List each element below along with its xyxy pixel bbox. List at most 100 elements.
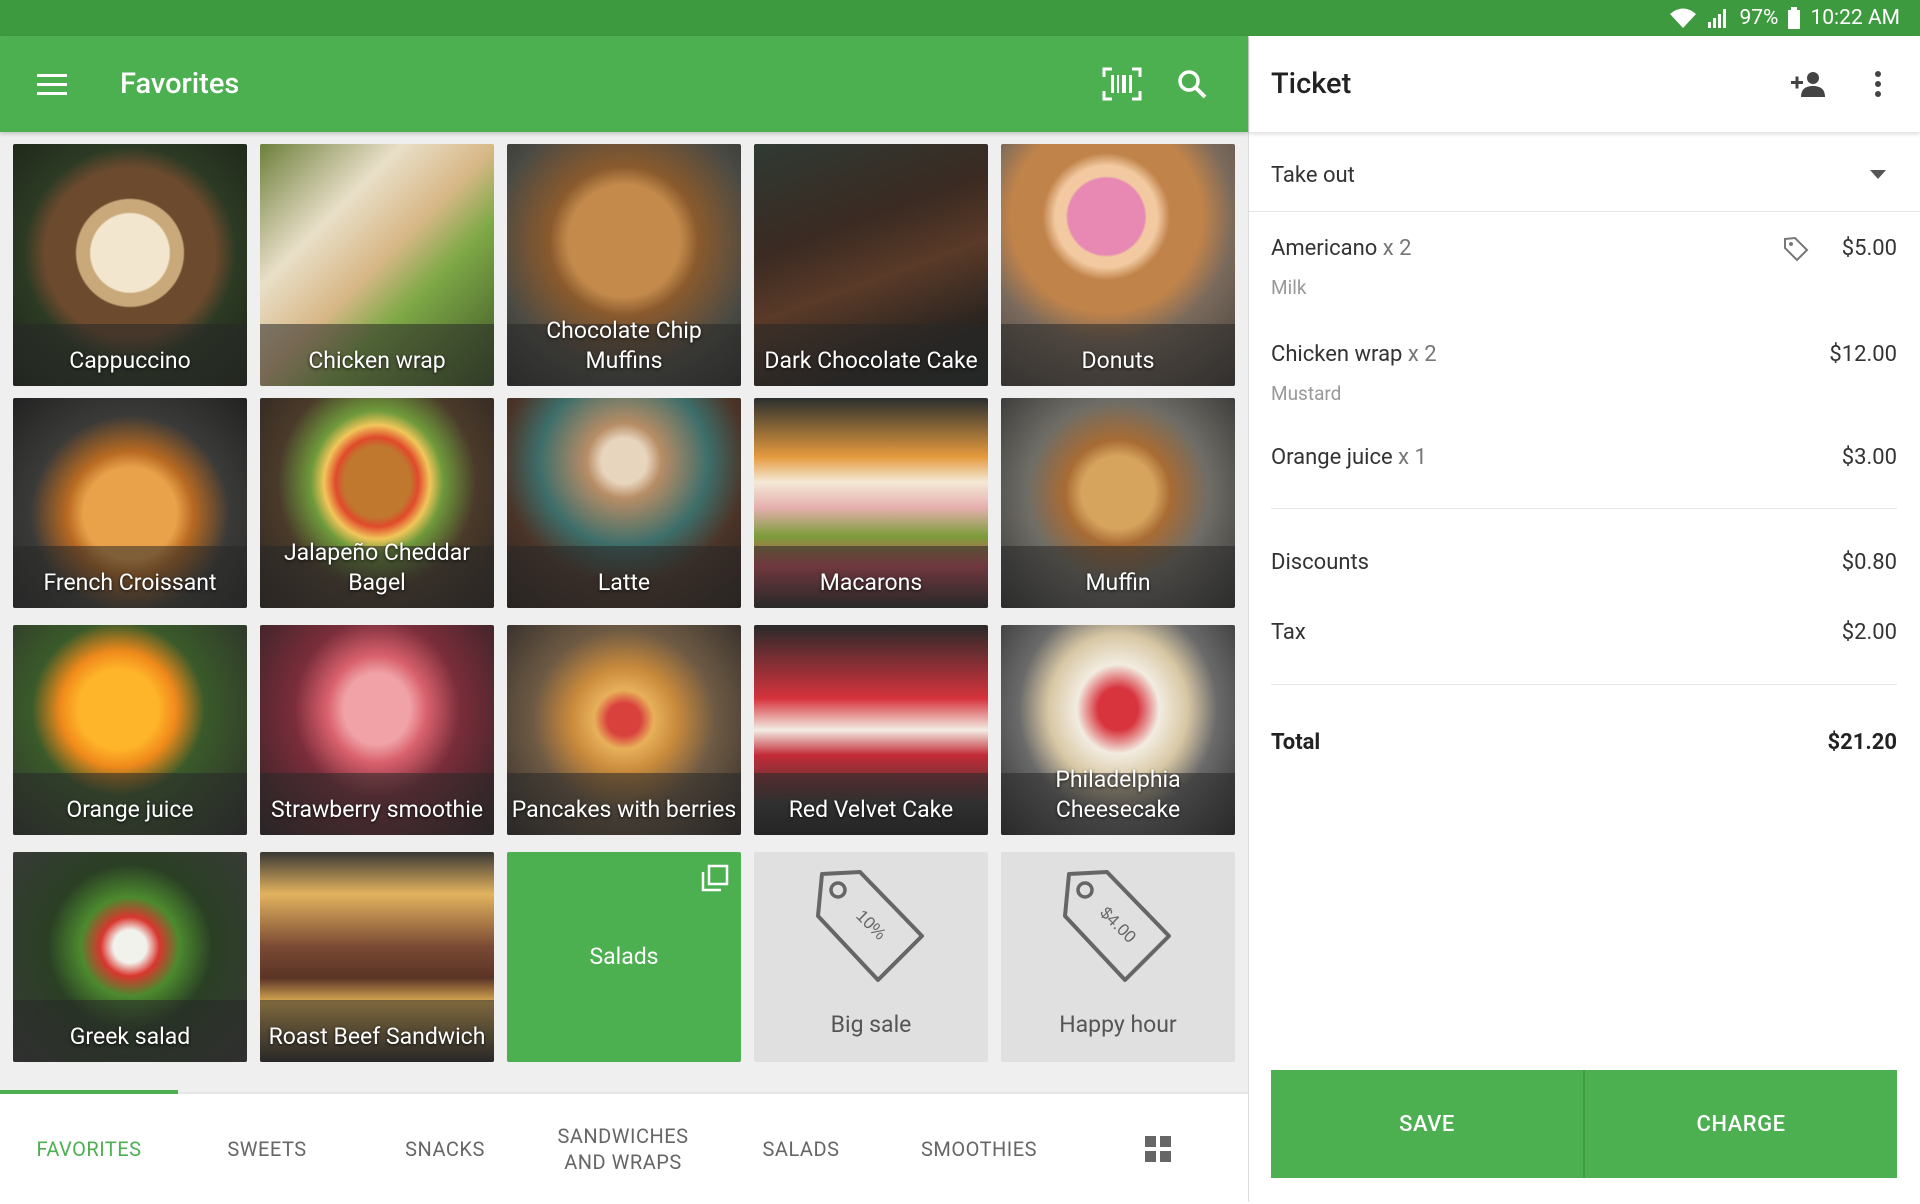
total-row: Total $21.20 [1271,730,1897,760]
item-label: Chicken wrap [308,347,446,374]
search-button[interactable] [1168,62,1216,106]
tab-salads[interactable]: SALADS [712,1094,890,1204]
grid-view-icon [1145,1136,1171,1162]
divider [1271,508,1897,509]
ticket-header: Ticket [1249,36,1920,132]
item-tile[interactable]: Orange juice [13,625,247,835]
tab-snacks[interactable]: SNACKS [356,1094,534,1204]
category-tile-salads[interactable]: Salads [507,852,741,1062]
item-tile[interactable]: Jalapeño Cheddar Bagel [260,398,494,608]
item-label: Orange juice [66,796,194,823]
charge-button[interactable]: CHARGE [1585,1070,1897,1178]
item-label: Donuts [1081,347,1155,374]
discount-tag-icon: 10% [816,870,924,982]
item-tile[interactable]: Donuts [1001,144,1235,386]
discount-tile-big-sale[interactable]: 10% Big sale [754,852,988,1062]
item-tile[interactable]: Greek salad [13,852,247,1062]
app-bar: Favorites [0,36,1248,132]
line-item-name: Chicken wrap x 2 [1271,342,1437,367]
discount-tag-value: $4.00 [1096,903,1140,947]
discount-label: Happy hour [1059,1011,1177,1038]
dropdown-caret-icon [1870,170,1886,179]
item-label: Strawberry smoothie [270,796,484,823]
item-tile[interactable]: Pancakes with berries [507,625,741,835]
dining-option-select[interactable]: Take out [1249,140,1920,212]
discount-label: Big sale [830,1011,912,1038]
category-tab-bar: FAVORITES SWEETS SNACKS SANDWICHES AND W… [0,1090,1248,1204]
discounts-row: Discounts $0.80 [1271,550,1897,580]
item-label: Macarons [819,569,923,596]
line-item-price: $5.00 [1841,236,1897,261]
ticket-line[interactable]: Americano x 2 Milk $5.00 [1271,236,1897,306]
item-label: Jalapeño Cheddar Bagel [283,539,471,596]
page-title: Favorites [120,67,240,101]
add-customer-button[interactable] [1785,62,1833,106]
status-indicators: 97% 10:22 AM [1669,0,1900,36]
item-label: Chocolate Chip Muffins [546,317,702,374]
ticket-title: Ticket [1271,67,1352,101]
pos-app: 97% 10:22 AM Favorites Cappuccino Chicke… [0,0,1920,1202]
item-label: Dark Chocolate Cake [764,347,978,374]
wifi-icon [1669,7,1697,29]
tax-row: Tax $2.00 [1271,620,1897,650]
line-item-name: Americano x 2 [1271,236,1412,261]
tab-sandwiches-and-wraps[interactable]: SANDWICHES AND WRAPS [534,1094,712,1204]
tab-favorites[interactable]: FAVORITES [0,1094,178,1204]
item-label: Philadelphia Cheesecake [1055,766,1181,823]
item-tile[interactable]: Chocolate Chip Muffins [507,144,741,386]
item-tile[interactable]: Cappuccino [13,144,247,386]
save-button[interactable]: SAVE [1271,1070,1585,1178]
discount-tile-happy-hour[interactable]: $4.00 Happy hour [1001,852,1235,1062]
item-tile[interactable]: French Croissant [13,398,247,608]
battery-percent: 97% [1739,6,1779,30]
all-categories-button[interactable] [1068,1094,1248,1204]
item-label: Cappuccino [69,347,191,374]
item-tile[interactable]: Red Velvet Cake [754,625,988,835]
status-bar: 97% 10:22 AM [0,0,1920,36]
discounts-label: Discounts [1271,550,1370,575]
item-tile[interactable]: Muffin [1001,398,1235,608]
item-label: Pancakes with berries [511,796,737,823]
line-item-modifier: Mustard [1271,382,1342,405]
item-tile[interactable]: Latte [507,398,741,608]
discount-tag-icon [1784,236,1809,262]
barcode-scan-icon [1102,67,1142,101]
stack-copy-icon [701,864,729,892]
item-tile[interactable]: Roast Beef Sandwich [260,852,494,1062]
divider [1271,684,1897,685]
ticket-line[interactable]: Orange juice x 1 $3.00 [1271,445,1897,485]
tab-smoothies[interactable]: SMOOTHIES [890,1094,1068,1204]
tab-sweets[interactable]: SWEETS [178,1094,356,1204]
line-item-price: $3.00 [1841,445,1897,470]
item-tile[interactable]: Macarons [754,398,988,608]
menu-icon [37,74,67,95]
item-label: Greek salad [69,1023,191,1050]
total-label: Total [1271,730,1321,755]
item-tile[interactable]: Strawberry smoothie [260,625,494,835]
line-item-price: $12.00 [1829,342,1897,367]
item-tile[interactable]: Chicken wrap [260,144,494,386]
tax-label: Tax [1271,620,1306,645]
more-vert-icon [1875,71,1881,97]
add-customer-icon [1791,72,1825,97]
item-tile[interactable]: Philadelphia Cheesecake [1001,625,1235,835]
dining-option-value: Take out [1271,163,1355,188]
discounts-value: $0.80 [1841,550,1897,575]
total-value: $21.20 [1827,730,1898,755]
item-grid: Cappuccino Chicken wrap Chocolate Chip M… [0,132,1248,1092]
menu-button[interactable] [30,62,74,106]
ticket-line[interactable]: Chicken wrap x 2 Mustard $12.00 [1271,342,1897,412]
more-options-button[interactable] [1861,62,1895,106]
category-label: Salads [589,943,659,970]
scan-barcode-button[interactable] [1096,62,1148,106]
item-label: French Croissant [43,569,217,596]
item-label: Red Velvet Cake [788,796,954,823]
item-label: Roast Beef Sandwich [268,1023,486,1050]
clock: 10:22 AM [1810,6,1900,30]
line-item-modifier: Milk [1271,276,1307,299]
signal-icon [1707,7,1729,29]
tax-value: $2.00 [1841,620,1897,645]
search-icon [1178,70,1207,99]
item-tile[interactable]: Dark Chocolate Cake [754,144,988,386]
discount-tag-icon: $4.00 [1063,870,1171,982]
